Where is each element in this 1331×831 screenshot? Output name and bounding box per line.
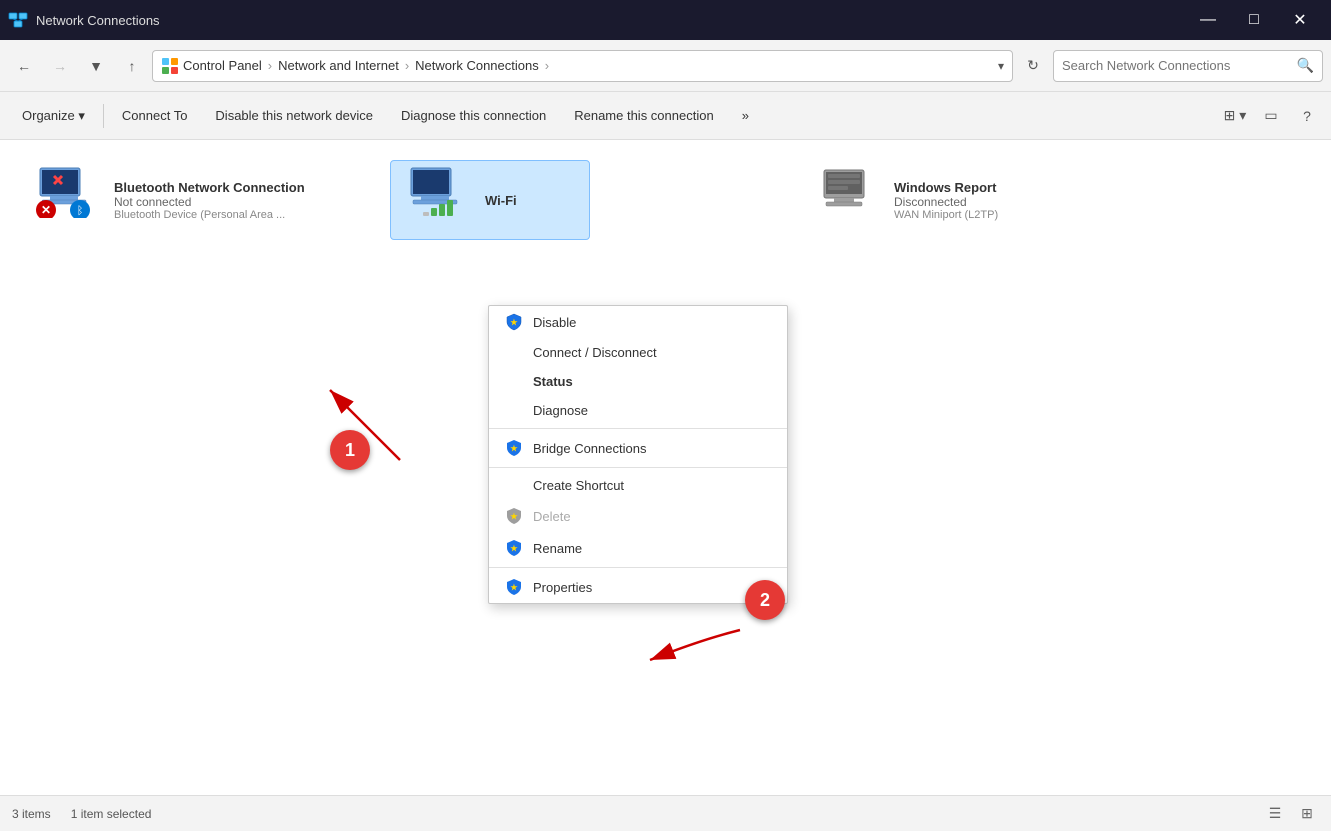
back-button[interactable]: ← [8, 50, 40, 82]
list-view-button[interactable]: ☰ [1263, 802, 1287, 826]
windows-report-connection-name: Windows Report [894, 180, 998, 195]
more-options-button[interactable]: » [728, 92, 763, 139]
bluetooth-connection-status: Not connected [114, 195, 305, 209]
windows-report-connection-text: Windows Report Disconnected WAN Miniport… [894, 180, 998, 221]
shield-icon-delete: ★ [505, 507, 523, 525]
ctx-rename[interactable]: ★ Rename [489, 532, 787, 564]
toolbar: Organize ▾ Connect To Disable this netwo… [0, 92, 1331, 140]
address-bar: ← → ▼ ↑ Control Panel › Network and Inte… [0, 40, 1331, 92]
diagnose-connection-button[interactable]: Diagnose this connection [387, 92, 560, 139]
minimize-button[interactable]: — [1185, 0, 1231, 40]
title-bar: Network Connections — □ ✕ [0, 0, 1331, 40]
disable-network-button[interactable]: Disable this network device [201, 92, 387, 139]
refresh-button[interactable]: ↻ [1017, 50, 1049, 82]
status-bar: 3 items 1 item selected ☰ ⊞ [0, 795, 1331, 831]
bluetooth-computer-icon: ✕ ᛒ [32, 166, 96, 218]
ctx-sep-1 [489, 428, 787, 429]
ctx-connect-disconnect[interactable]: Connect / Disconnect [489, 338, 787, 367]
control-panel-icon [161, 57, 179, 75]
help-button[interactable]: ? [1291, 100, 1323, 132]
items-count-label: 3 items [12, 807, 51, 821]
ctx-create-shortcut[interactable]: Create Shortcut [489, 471, 787, 500]
svg-text:★: ★ [510, 544, 518, 553]
window-title: Network Connections [36, 13, 160, 28]
bluetooth-connection-name: Bluetooth Network Connection [114, 180, 305, 195]
windows-report-connection-device: WAN Miniport (L2TP) [894, 209, 998, 221]
svg-text:★: ★ [510, 583, 518, 592]
preview-pane-button[interactable]: ▭ [1255, 100, 1287, 132]
close-button[interactable]: ✕ [1277, 0, 1323, 40]
wifi-computer-icon [403, 166, 467, 218]
annotation-arrow-1 [300, 370, 450, 470]
toolbar-right: ⊞ ▾ ▭ ? [1219, 100, 1323, 132]
view-change-button[interactable]: ⊞ ▾ [1219, 100, 1251, 132]
wifi-icon-wrap [403, 166, 473, 226]
svg-text:✕: ✕ [41, 203, 51, 217]
ctx-bridge-connections[interactable]: ★ Bridge Connections [489, 432, 787, 464]
annotation-2: 2 [745, 580, 785, 620]
ctx-disable[interactable]: ★ Disable [489, 306, 787, 338]
connect-to-button[interactable]: Connect To [108, 92, 202, 139]
svg-text:ᛒ: ᛒ [77, 205, 84, 217]
rename-connection-button[interactable]: Rename this connection [560, 92, 727, 139]
window-controls: — □ ✕ [1185, 0, 1323, 40]
bluetooth-icon-wrap: ✕ ᛒ [32, 166, 102, 226]
bluetooth-connection-text: Bluetooth Network Connection Not connect… [114, 180, 305, 221]
app-icon [8, 10, 28, 30]
ctx-status[interactable]: Status [489, 367, 787, 396]
status-bar-right: ☰ ⊞ [1263, 802, 1319, 826]
organize-button[interactable]: Organize ▾ [8, 92, 99, 139]
toolbar-sep-1 [103, 104, 104, 128]
svg-text:★: ★ [510, 512, 518, 521]
breadcrumb-sep-1: › [268, 58, 272, 73]
recent-locations-button[interactable]: ▼ [80, 50, 112, 82]
annotation-1: 1 [330, 430, 370, 470]
shield-icon-disable: ★ [505, 313, 523, 331]
up-button[interactable]: ↑ [116, 50, 148, 82]
status-items-count: 3 items 1 item selected [12, 807, 151, 821]
ctx-diagnose[interactable]: Diagnose [489, 396, 787, 425]
bluetooth-connection-device: Bluetooth Device (Personal Area ... [114, 209, 305, 221]
title-bar-left: Network Connections [8, 10, 160, 30]
ctx-properties[interactable]: ★ Properties [489, 571, 787, 603]
selected-count-label: 1 item selected [71, 807, 152, 821]
large-icon-view-button[interactable]: ⊞ [1295, 802, 1319, 826]
ctx-sep-2 [489, 467, 787, 468]
breadcrumb-sep-2: › [405, 58, 409, 73]
ctx-sep-3 [489, 567, 787, 568]
windows-report-icon-wrap [812, 166, 882, 226]
search-input[interactable] [1062, 58, 1293, 73]
breadcrumb-sep-3: › [545, 58, 549, 73]
svg-text:★: ★ [510, 444, 518, 453]
breadcrumb: Control Panel › Network and Internet › N… [152, 50, 1013, 82]
breadcrumb-segment2[interactable]: Network Connections [415, 58, 539, 73]
shield-icon-rename: ★ [505, 539, 523, 557]
svg-text:★: ★ [510, 318, 518, 327]
search-box: 🔍 [1053, 50, 1323, 82]
breadcrumb-segment1[interactable]: Network and Internet [278, 58, 399, 73]
context-menu: ★ Disable Connect / Disconnect Status Di… [488, 305, 788, 604]
forward-button[interactable]: → [44, 50, 76, 82]
wifi-connection-text: Wi-Fi [485, 193, 517, 208]
shield-icon-bridge: ★ [505, 439, 523, 457]
maximize-button[interactable]: □ [1231, 0, 1277, 40]
wifi-connection-name: Wi-Fi [485, 193, 517, 208]
annotation-arrow-2 [620, 600, 750, 680]
search-icon: 🔍 [1297, 57, 1314, 74]
bluetooth-connection-item[interactable]: ✕ ᛒ Bluetooth Network Connection Not con… [20, 160, 400, 240]
windows-report-connection-status: Disconnected [894, 195, 998, 209]
ctx-delete[interactable]: ★ Delete [489, 500, 787, 532]
windows-report-connection-item[interactable]: Windows Report Disconnected WAN Miniport… [800, 160, 1100, 240]
wan-icon [812, 166, 876, 218]
shield-icon-properties: ★ [505, 578, 523, 596]
breadcrumb-dropdown-button[interactable]: ▾ [998, 59, 1004, 73]
breadcrumb-root[interactable]: Control Panel [183, 58, 262, 73]
content-area: ✕ ᛒ Bluetooth Network Connection Not con… [0, 140, 1331, 795]
wifi-connection-item[interactable]: Wi-Fi [390, 160, 590, 240]
